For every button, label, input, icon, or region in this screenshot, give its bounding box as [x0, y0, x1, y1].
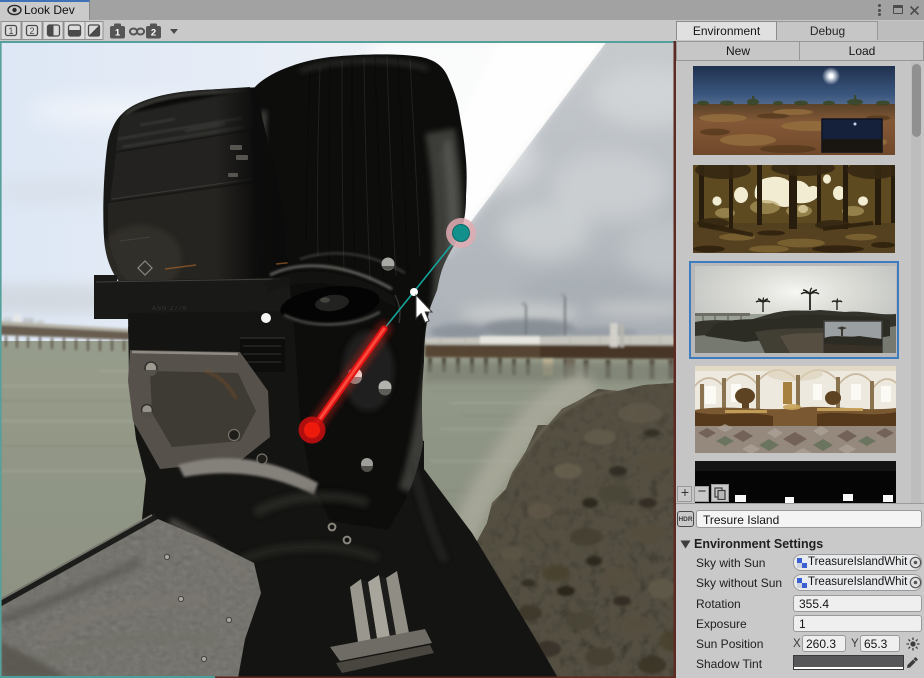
svg-text:ASN 2778: ASN 2778 — [152, 306, 187, 312]
svg-text:1: 1 — [8, 26, 13, 36]
svg-text:2: 2 — [29, 26, 34, 36]
svg-text:1: 1 — [115, 28, 121, 39]
svg-text:2: 2 — [151, 28, 156, 39]
